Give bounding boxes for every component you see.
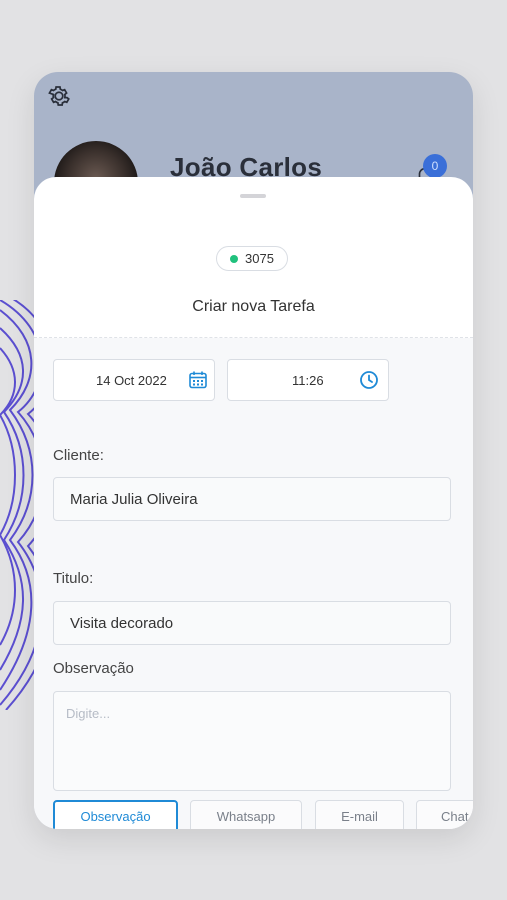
app-screen: João Carlos 0 3075 Criar nova Tarefa 14 … bbox=[34, 72, 473, 829]
profile-header: João Carlos 0 bbox=[34, 72, 473, 225]
gear-icon[interactable] bbox=[46, 83, 72, 109]
client-label: Cliente: bbox=[53, 447, 104, 464]
observation-textarea[interactable]: Digite... bbox=[53, 691, 451, 791]
tab-observacao[interactable]: Observação bbox=[53, 800, 178, 829]
task-code: 3075 bbox=[245, 251, 274, 266]
date-time-row: 14 Oct 2022 11:26 bbox=[34, 338, 473, 422]
time-field[interactable]: 11:26 bbox=[227, 359, 389, 401]
task-form: Cliente: Maria Julia Oliveira Titulo: Vi… bbox=[34, 422, 473, 829]
tab-email[interactable]: E-mail bbox=[315, 800, 404, 829]
notification-badge[interactable]: 0 bbox=[423, 154, 447, 178]
status-dot-icon bbox=[230, 254, 239, 263]
sheet-drag-handle[interactable] bbox=[240, 194, 266, 198]
channel-tabs: Observação Whatsapp E-mail Chat bbox=[53, 800, 473, 829]
page-title: Criar nova Tarefa bbox=[192, 298, 315, 315]
task-sheet: 3075 Criar nova Tarefa 14 Oct 2022 11:26 bbox=[34, 177, 473, 829]
tab-chat[interactable]: Chat bbox=[416, 800, 473, 829]
calendar-icon[interactable] bbox=[188, 370, 208, 390]
task-code-badge: 3075 bbox=[216, 246, 288, 271]
client-field[interactable]: Maria Julia Oliveira bbox=[53, 477, 451, 521]
date-value: 14 Oct 2022 bbox=[96, 372, 167, 388]
date-field[interactable]: 14 Oct 2022 bbox=[53, 359, 215, 401]
time-value: 11:26 bbox=[292, 372, 324, 388]
observation-label: Observação bbox=[53, 660, 134, 677]
title-field[interactable]: Visita decorado bbox=[53, 601, 451, 645]
clock-icon[interactable] bbox=[359, 370, 379, 390]
tab-whatsapp[interactable]: Whatsapp bbox=[190, 800, 302, 829]
title-label: Titulo: bbox=[53, 570, 94, 587]
